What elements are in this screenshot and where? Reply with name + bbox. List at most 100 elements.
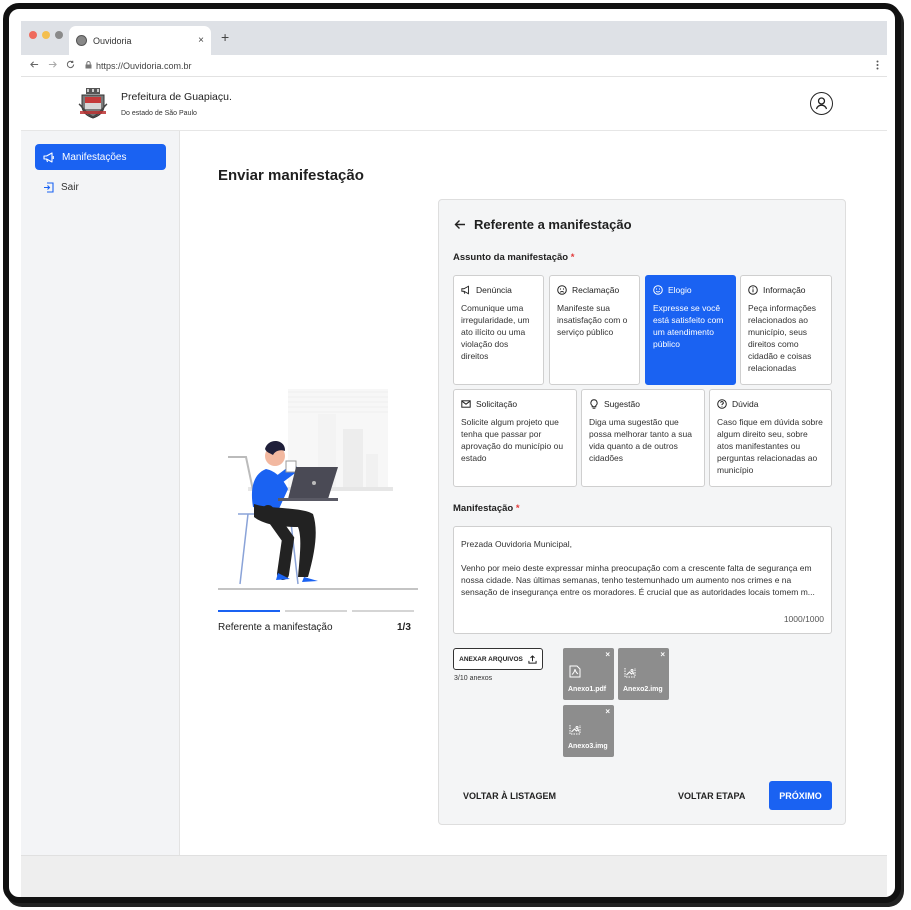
user-icon — [815, 97, 828, 110]
option-header: Elogio — [653, 285, 728, 295]
tab-title: Ouvidoria — [93, 35, 132, 46]
manifest-textarea[interactable]: Prezada Ouvidoria Municipal, Venho por m… — [453, 526, 832, 634]
form-title-text: Referente a manifestação — [474, 217, 632, 232]
attachment-name: Anexo3.img — [568, 743, 608, 750]
progress-segment-3 — [352, 610, 414, 612]
org-subtitle: Do estado de São Paulo — [121, 110, 197, 117]
option-description: Manifeste sua insatisfação com o serviço… — [557, 303, 628, 337]
step-label: Referente a manifestação — [218, 622, 333, 633]
tab-close-icon[interactable]: × — [198, 35, 204, 46]
attach-files-button[interactable]: ANEXAR ARQUIVOS — [453, 648, 543, 670]
maximize-window-dot[interactable] — [55, 31, 63, 39]
address-bar: https://Ouvidoria.com.br — [21, 55, 887, 77]
smile-face-icon — [653, 285, 663, 295]
sad-face-icon — [557, 285, 567, 295]
page-footer — [21, 855, 887, 897]
option-duvida[interactable]: Dúvida Caso fique em dúvida sobre algum … — [709, 389, 832, 487]
option-description: Caso fique em dúvida sobre algum direito… — [717, 417, 823, 475]
back-arrow-icon[interactable] — [25, 60, 43, 72]
window-controls — [29, 31, 63, 39]
option-header: Sugestão — [589, 399, 697, 409]
lock-icon — [85, 60, 92, 71]
progress-segment-2 — [285, 610, 347, 612]
option-description: Comunique uma irregularidade, um ato ilí… — [461, 303, 530, 361]
lightbulb-icon — [590, 399, 598, 409]
manifest-greeting: Prezada Ouvidoria Municipal, — [461, 539, 573, 549]
manifest-label: Manifestação * — [453, 503, 520, 514]
remove-attachment-icon[interactable]: × — [605, 650, 610, 659]
attachment-name: Anexo2.img — [623, 686, 663, 693]
required-mark: * — [515, 503, 520, 514]
image-file-icon — [624, 668, 636, 678]
option-header: Informação — [748, 285, 824, 295]
required-mark: * — [570, 252, 575, 263]
attachment-tile[interactable]: × Anexo2.img — [618, 648, 669, 700]
option-description: Expresse se você está satisfeito com um … — [653, 303, 724, 349]
browser-tab[interactable]: Ouvidoria × — [69, 26, 211, 55]
mail-icon — [461, 400, 471, 408]
image-file-icon — [569, 725, 581, 735]
browser-window: Ouvidoria × + https://Ouvidoria.com.br P… — [21, 21, 887, 897]
pdf-file-icon — [569, 665, 581, 678]
sidebar-item-manifestacoes[interactable]: Manifestações — [35, 144, 166, 170]
previous-step-button[interactable]: VOLTAR ETAPA — [678, 791, 745, 801]
question-icon — [717, 399, 727, 409]
browser-menu-icon[interactable] — [876, 60, 879, 73]
option-elogio[interactable]: Elogio Expresse se você está satisfeito … — [645, 275, 736, 385]
option-denuncia[interactable]: Denúncia Comunique uma irregularidade, u… — [453, 275, 544, 385]
remove-attachment-icon[interactable]: × — [660, 650, 665, 659]
option-title: Solicitação — [476, 399, 518, 409]
sidebar-item-label: Manifestações — [62, 151, 127, 163]
page-title: Enviar manifestação — [218, 167, 364, 184]
option-sugestao[interactable]: Sugestão Diga uma sugestão que possa mel… — [581, 389, 705, 487]
person-with-laptop-illustration — [218, 389, 418, 590]
favicon-icon — [76, 35, 87, 46]
step-count: 1/3 — [397, 622, 411, 633]
subject-label-text: Assunto da manifestação — [453, 252, 569, 263]
option-description: Peça informações relacionados ao municíp… — [748, 303, 817, 373]
close-window-dot[interactable] — [29, 31, 37, 39]
option-title: Denúncia — [476, 285, 512, 295]
minimize-window-dot[interactable] — [42, 31, 50, 39]
sidebar: Manifestações Sair — [21, 131, 180, 855]
option-informacao[interactable]: Informação Peça informações relacionados… — [740, 275, 832, 385]
upload-icon — [528, 654, 537, 664]
megaphone-icon — [43, 151, 54, 163]
progress-segment-1 — [218, 610, 280, 612]
option-title: Sugestão — [604, 399, 640, 409]
option-header: Solicitação — [461, 399, 569, 409]
attachment-tile[interactable]: × Anexo3.img — [563, 705, 614, 757]
remove-attachment-icon[interactable]: × — [605, 707, 610, 716]
option-description: Diga uma sugestão que possa melhorar tan… — [589, 417, 693, 463]
info-icon — [748, 285, 758, 295]
site-header: Prefeitura de Guapiaçu. Do estado de São… — [21, 77, 887, 131]
sidebar-item-label: Sair — [61, 181, 79, 193]
back-arrow-icon[interactable] — [454, 219, 466, 230]
megaphone-icon — [461, 285, 469, 295]
option-title: Dúvida — [732, 399, 759, 409]
option-title: Reclamação — [572, 285, 620, 295]
municipal-crest-logo — [78, 88, 108, 119]
back-to-list-button[interactable]: VOLTAR À LISTAGEM — [463, 791, 556, 801]
option-header: Denúncia — [461, 285, 536, 295]
browser-tab-bar: Ouvidoria × + — [21, 21, 887, 55]
manifest-body: Venho por meio deste expressar minha pre… — [461, 563, 815, 597]
org-name: Prefeitura de Guapiaçu. — [121, 91, 232, 103]
forward-arrow-icon[interactable] — [43, 60, 61, 72]
option-description: Solicite algum projeto que tenha que pas… — [461, 417, 564, 463]
new-tab-icon[interactable]: + — [221, 29, 229, 45]
manifestation-form-card: Referente a manifestação Assunto da mani… — [438, 199, 846, 825]
attachment-count: 3/10 anexos — [454, 675, 493, 682]
form-title: Referente a manifestação — [454, 217, 632, 232]
main-content: Enviar manifestação Referente a manifest… — [180, 131, 887, 855]
sidebar-item-sair[interactable]: Sair — [35, 174, 166, 200]
attachment-tile[interactable]: × Anexo1.pdf — [563, 648, 614, 700]
reload-icon[interactable] — [61, 60, 79, 72]
next-button[interactable]: PRÓXIMO — [769, 781, 832, 810]
option-header: Reclamação — [557, 285, 632, 295]
url-text[interactable]: https://Ouvidoria.com.br — [96, 61, 192, 71]
user-account-button[interactable] — [810, 92, 833, 115]
option-solicitacao[interactable]: Solicitação Solicite algum projeto que t… — [453, 389, 577, 487]
step-progress — [218, 610, 414, 612]
option-reclamacao[interactable]: Reclamação Manifeste sua insatisfação co… — [549, 275, 640, 385]
